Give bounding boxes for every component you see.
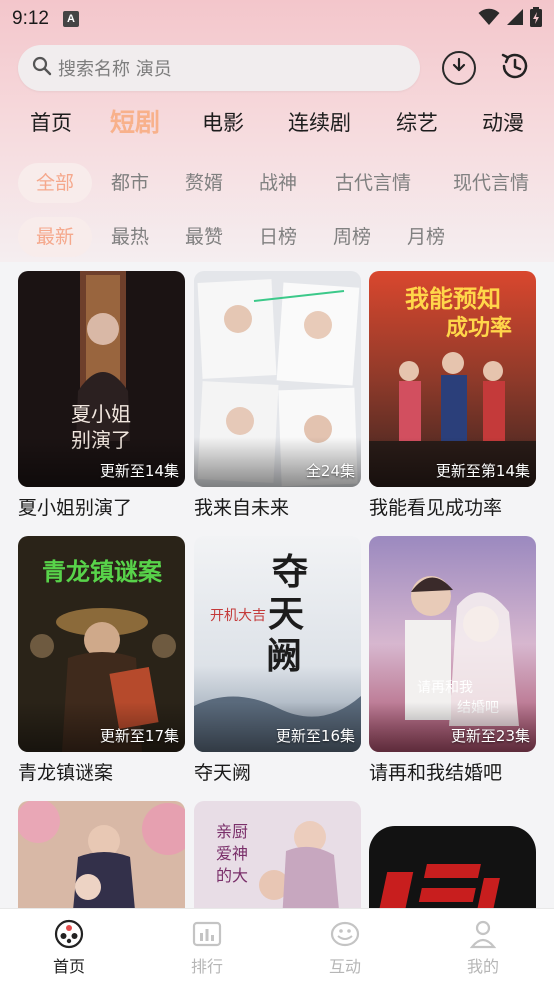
episode-badge: 更新至14集 xyxy=(99,462,179,480)
drama-grid: 夏小姐 别演了 更新至14集 夏小姐别演了 全24集 xyxy=(0,262,554,908)
tab-movie[interactable]: 电影 xyxy=(202,100,244,146)
chat-face-icon xyxy=(330,919,360,949)
download-button[interactable] xyxy=(442,51,476,85)
drama-poster: 请再和我 结婚吧 更新至23集 xyxy=(369,536,536,752)
drama-title: 我能看见成功率 xyxy=(369,497,503,519)
chart-icon xyxy=(192,919,222,949)
svg-text:开机大吉: 开机大吉 xyxy=(210,608,266,624)
drama-title: 夏小姐别演了 xyxy=(18,497,133,519)
svg-text:的大: 的大 xyxy=(216,866,248,885)
nav-ranking-label: 排行 xyxy=(190,957,223,976)
nav-home[interactable]: 首页 xyxy=(24,919,114,977)
tab-series[interactable]: 连续剧 xyxy=(288,100,351,146)
drama-title: 夺天阙 xyxy=(194,762,252,784)
drama-card[interactable] xyxy=(18,801,185,908)
download-icon xyxy=(450,57,468,79)
drama-poster: 夺 天 阙 开机大吉 更新至16集 xyxy=(194,536,361,752)
drama-poster: 亲厨 爱神 的大 xyxy=(194,801,361,908)
status-time: 9:12 xyxy=(12,8,49,29)
drama-poster xyxy=(18,801,185,908)
search-placeholder: 搜索名称 演员 xyxy=(58,59,172,80)
svg-text:爱神: 爱神 xyxy=(216,844,248,863)
sort-chip-daily[interactable]: 日榜 xyxy=(254,217,302,257)
genre-chip-son-in-law[interactable]: 赘婿 xyxy=(180,163,228,203)
genre-chip-war-god[interactable]: 战神 xyxy=(254,163,302,203)
genre-chip-all[interactable]: 全部 xyxy=(18,163,92,203)
episode-badge: 更新至17集 xyxy=(99,727,179,745)
svg-text:夺: 夺 xyxy=(272,551,308,593)
main-tabs: 首页 短剧 电影 连续剧 综艺 动漫 xyxy=(0,100,554,146)
bottom-nav: 首页 排行 互动 我的 xyxy=(0,908,554,986)
episode-badge: 更新至23集 xyxy=(450,727,530,745)
genre-chip-ancient-romance[interactable]: 古代言情 xyxy=(328,163,418,203)
genre-chip-modern-romance[interactable]: 现代言情 xyxy=(446,163,536,203)
svg-text:青龙镇谜案: 青龙镇谜案 xyxy=(42,557,163,586)
nav-ranking[interactable]: 排行 xyxy=(162,919,252,977)
drama-title: 我来自未来 xyxy=(194,497,290,519)
tab-anime[interactable]: 动漫 xyxy=(482,100,524,146)
sort-chip-hottest[interactable]: 最热 xyxy=(106,217,154,257)
profile-icon xyxy=(468,919,498,949)
drama-card[interactable]: 青龙镇谜案 更新至17集 青龙镇谜案 xyxy=(18,536,185,785)
svg-text:天: 天 xyxy=(268,593,304,635)
episode-badge: 更新至第14集 xyxy=(435,462,530,480)
search-row: 搜索名称 演员 xyxy=(18,44,538,92)
history-icon xyxy=(498,49,532,87)
history-button[interactable] xyxy=(498,51,532,85)
sort-filter-row: 最新 最热 最赞 日榜 周榜 月榜 xyxy=(0,217,554,257)
wifi-icon xyxy=(478,8,500,30)
sort-chip-latest[interactable]: 最新 xyxy=(18,217,92,257)
episode-badge: 更新至16集 xyxy=(275,727,355,745)
drama-poster: 全24集 xyxy=(194,271,361,487)
sort-chip-weekly[interactable]: 周榜 xyxy=(328,217,376,257)
sim-icon: A xyxy=(62,11,79,27)
nav-interact[interactable]: 互动 xyxy=(300,919,390,977)
search-input[interactable]: 搜索名称 演员 xyxy=(18,45,420,91)
drama-card[interactable]: 夺 天 阙 开机大吉 更新至16集 夺天阙 xyxy=(194,536,361,785)
nav-home-label: 首页 xyxy=(52,957,85,976)
sort-chip-monthly[interactable]: 月榜 xyxy=(402,217,450,257)
drama-card[interactable]: 全24集 我来自未来 xyxy=(194,271,361,520)
genre-chip-urban[interactable]: 都市 xyxy=(106,163,154,203)
drama-card[interactable]: 我能预知 成功率 更新至第14集 我能看见成功率 xyxy=(369,271,536,520)
episode-badge: 全24集 xyxy=(305,462,355,480)
tab-variety[interactable]: 综艺 xyxy=(396,100,438,146)
nav-mine-label: 我的 xyxy=(466,957,499,976)
drama-card[interactable]: 夏小姐 别演了 更新至14集 夏小姐别演了 xyxy=(18,271,185,520)
tab-short-drama[interactable]: 短剧 xyxy=(110,100,160,146)
status-bar: 9:12 A xyxy=(0,0,554,38)
svg-text:亲厨: 亲厨 xyxy=(216,822,248,841)
svg-text:请再和我: 请再和我 xyxy=(417,680,473,696)
genre-filter-row: 全部 都市 赘婿 战神 古代言情 现代言情 xyxy=(0,163,554,203)
drama-poster: 夏小姐 别演了 更新至14集 xyxy=(18,271,185,487)
svg-text:成功率: 成功率 xyxy=(446,315,512,341)
drama-poster: 我能预知 成功率 更新至第14集 xyxy=(369,271,536,487)
sort-chip-most-liked[interactable]: 最赞 xyxy=(180,217,228,257)
nav-mine[interactable]: 我的 xyxy=(438,919,528,977)
svg-text:我能预知: 我能预知 xyxy=(405,285,501,313)
signal-icon xyxy=(506,8,524,30)
app-logo-tile xyxy=(369,826,536,908)
drama-poster: 青龙镇谜案 更新至17集 xyxy=(18,536,185,752)
app-logo-card[interactable] xyxy=(369,826,536,908)
drama-card[interactable]: 亲厨 爱神 的大 xyxy=(194,801,361,908)
search-icon xyxy=(32,56,52,80)
nav-interact-label: 互动 xyxy=(328,957,361,976)
battery-icon xyxy=(530,7,542,31)
film-reel-icon xyxy=(54,919,84,949)
drama-card[interactable]: 请再和我 结婚吧 更新至23集 请再和我结婚吧 xyxy=(369,536,536,785)
svg-text:夏小姐: 夏小姐 xyxy=(71,402,131,426)
svg-text:阙: 阙 xyxy=(266,635,302,677)
drama-title: 请再和我结婚吧 xyxy=(369,762,503,784)
drama-title: 青龙镇谜案 xyxy=(18,762,114,784)
tab-home[interactable]: 首页 xyxy=(30,100,72,146)
